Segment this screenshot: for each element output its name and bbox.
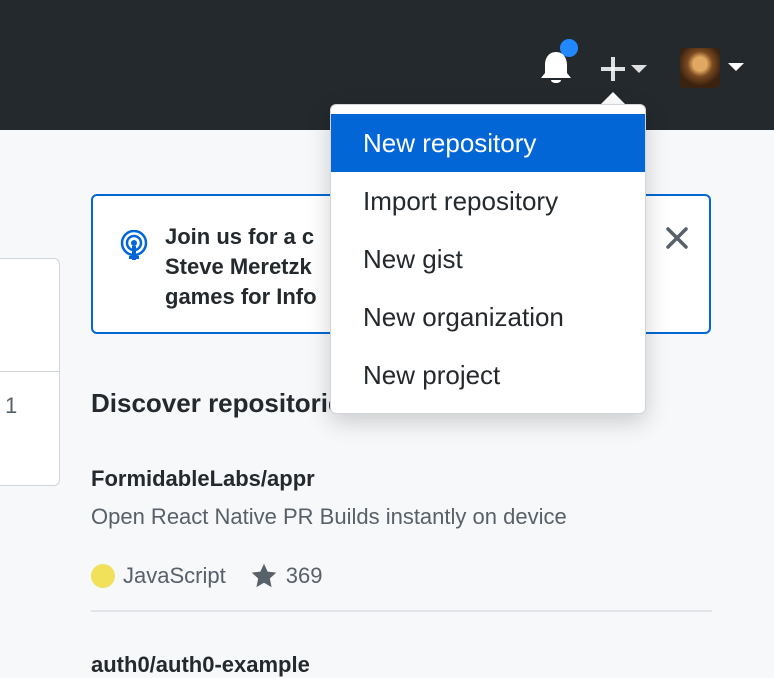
menu-item-new-project[interactable]: New project: [331, 346, 645, 404]
repo-divider: [91, 610, 712, 612]
menu-item-new-repository[interactable]: New repository: [331, 114, 645, 172]
avatar: [680, 48, 720, 88]
repo-link[interactable]: auth0/auth0-example: [91, 652, 310, 678]
language-color-dot: [91, 564, 115, 588]
broadcast-icon: [120, 230, 148, 260]
plus-icon: [601, 57, 647, 81]
create-new-dropdown: New repository Import repository New gis…: [330, 104, 646, 414]
left-panel-card: 1: [0, 258, 60, 486]
repo-stars[interactable]: 369: [286, 563, 323, 589]
bell-icon[interactable]: [538, 48, 574, 88]
menu-item-new-gist[interactable]: New gist: [331, 230, 645, 288]
repo-meta: JavaScript 369: [91, 560, 322, 592]
menu-item-new-organization[interactable]: New organization: [331, 288, 645, 346]
card-divider: [0, 371, 59, 372]
chevron-down-icon: [728, 63, 744, 71]
repo-link[interactable]: FormidableLabs/appr: [91, 466, 315, 492]
discover-title: Discover repositories: [91, 388, 357, 418]
user-menu-button[interactable]: [676, 44, 748, 92]
create-new-button[interactable]: [596, 52, 652, 86]
repo-description: Open React Native PR Builds instantly on…: [91, 504, 567, 529]
star-icon: [251, 563, 276, 588]
close-icon[interactable]: [663, 224, 691, 252]
left-card-count: 1: [5, 393, 18, 418]
repo-language: JavaScript: [123, 563, 226, 588]
menu-item-import-repository[interactable]: Import repository: [331, 172, 645, 230]
